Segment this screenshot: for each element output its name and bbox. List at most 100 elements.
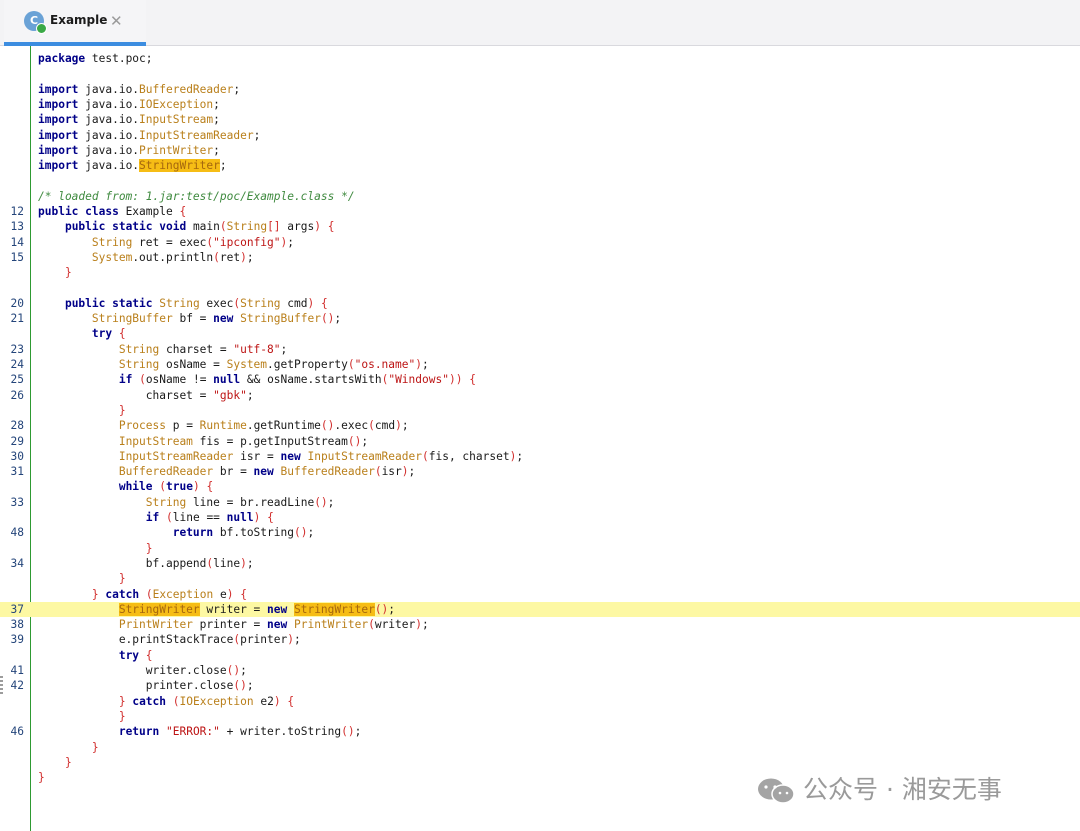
- code-line[interactable]: while (true) {: [0, 479, 1080, 494]
- code-line[interactable]: 34 bf.append(line);: [0, 556, 1080, 571]
- code-text[interactable]: } catch (IOException e2) {: [38, 694, 294, 709]
- code-line[interactable]: } catch (IOException e2) {: [0, 694, 1080, 709]
- code-line[interactable]: if (line == null) {: [0, 510, 1080, 525]
- code-line[interactable]: try {: [0, 326, 1080, 341]
- code-text[interactable]: return bf.toString();: [38, 525, 314, 540]
- code-line[interactable]: 28 Process p = Runtime.getRuntime().exec…: [0, 418, 1080, 433]
- code-text[interactable]: } catch (Exception e) {: [38, 587, 247, 602]
- code-line[interactable]: 12 public class Example {: [0, 204, 1080, 219]
- code-text[interactable]: public static String exec(String cmd) {: [38, 296, 328, 311]
- code-text[interactable]: InputStream fis = p.getInputStream();: [38, 434, 368, 449]
- code-text[interactable]: import java.io.InputStreamReader;: [38, 128, 260, 143]
- code-text[interactable]: StringBuffer bf = new StringBuffer();: [38, 311, 341, 326]
- code-text[interactable]: return "ERROR:" + writer.toString();: [38, 724, 362, 739]
- code-text[interactable]: }: [38, 755, 72, 770]
- code-text[interactable]: public class Example {: [38, 204, 186, 219]
- code-text[interactable]: if (osName != null && osName.startsWith(…: [38, 372, 476, 387]
- code-text[interactable]: String ret = exec("ipconfig");: [38, 235, 294, 250]
- code-text[interactable]: import java.io.StringWriter;: [38, 158, 227, 173]
- code-line[interactable]: 33 String line = br.readLine();: [0, 495, 1080, 510]
- code-text[interactable]: String osName = System.getProperty("os.n…: [38, 357, 429, 372]
- code-line[interactable]: [0, 173, 1080, 188]
- code-text[interactable]: e.printStackTrace(printer);: [38, 632, 301, 647]
- code-text[interactable]: try {: [38, 326, 126, 341]
- code-line[interactable]: package test.poc;: [0, 51, 1080, 66]
- code-line[interactable]: import java.io.StringWriter;: [0, 158, 1080, 173]
- code-line[interactable]: 25 if (osName != null && osName.startsWi…: [0, 372, 1080, 387]
- code-text[interactable]: charset = "gbk";: [38, 388, 254, 403]
- code-line[interactable]: import java.io.InputStreamReader;: [0, 128, 1080, 143]
- code-line[interactable]: 24 String osName = System.getProperty("o…: [0, 357, 1080, 372]
- code-line[interactable]: 15 System.out.println(ret);: [0, 250, 1080, 265]
- code-text[interactable]: /* loaded from: 1.jar:test/poc/Example.c…: [38, 189, 355, 204]
- code-text[interactable]: }: [38, 265, 72, 280]
- code-editor[interactable]: package test.poc; import java.io.Buffered…: [0, 46, 1080, 831]
- code-line[interactable]: 39 e.printStackTrace(printer);: [0, 632, 1080, 647]
- code-text[interactable]: }: [38, 403, 126, 418]
- close-icon[interactable]: ✕: [110, 12, 123, 30]
- code-text[interactable]: if (line == null) {: [38, 510, 274, 525]
- code-line[interactable]: [0, 281, 1080, 296]
- code-line[interactable]: import java.io.InputStream;: [0, 112, 1080, 127]
- code-line[interactable]: import java.io.BufferedReader;: [0, 82, 1080, 97]
- code-text[interactable]: }: [38, 541, 153, 556]
- code-text[interactable]: import java.io.BufferedReader;: [38, 82, 240, 97]
- code-line[interactable]: 26 charset = "gbk";: [0, 388, 1080, 403]
- code-text[interactable]: writer.close();: [38, 663, 247, 678]
- code-line[interactable]: 23 String charset = "utf-8";: [0, 342, 1080, 357]
- code-line[interactable]: 21 StringBuffer bf = new StringBuffer();: [0, 311, 1080, 326]
- code-line[interactable]: 29 InputStream fis = p.getInputStream();: [0, 434, 1080, 449]
- code-line[interactable]: }: [0, 403, 1080, 418]
- code-line[interactable]: 38 PrintWriter printer = new PrintWriter…: [0, 617, 1080, 632]
- code-text[interactable]: try {: [38, 648, 153, 663]
- code-line[interactable]: 42 printer.close();: [0, 678, 1080, 693]
- code-line[interactable]: }: [0, 709, 1080, 724]
- code-line[interactable]: 30 InputStreamReader isr = new InputStre…: [0, 449, 1080, 464]
- code-line[interactable]: }: [0, 541, 1080, 556]
- line-number: 37: [10, 602, 24, 616]
- code-line[interactable]: try {: [0, 648, 1080, 663]
- code-line[interactable]: import java.io.PrintWriter;: [0, 143, 1080, 158]
- code-text[interactable]: bf.append(line);: [38, 556, 254, 571]
- code-line[interactable]: 14 String ret = exec("ipconfig");: [0, 235, 1080, 250]
- code-line[interactable]: [0, 66, 1080, 81]
- code-text[interactable]: package test.poc;: [38, 51, 153, 66]
- code-text[interactable]: InputStreamReader isr = new InputStreamR…: [38, 449, 523, 464]
- code-line[interactable]: 20 public static String exec(String cmd)…: [0, 296, 1080, 311]
- tab-example[interactable]: C Example ✕: [4, 0, 146, 46]
- code-text[interactable]: import java.io.IOException;: [38, 97, 220, 112]
- code-text[interactable]: StringWriter writer = new StringWriter()…: [38, 602, 395, 617]
- code-line[interactable]: 41 writer.close();: [0, 663, 1080, 678]
- code-text[interactable]: import java.io.InputStream;: [38, 112, 220, 127]
- code-text[interactable]: System.out.println(ret);: [38, 250, 254, 265]
- code-line[interactable]: 31 BufferedReader br = new BufferedReade…: [0, 464, 1080, 479]
- code-text[interactable]: }: [38, 709, 126, 724]
- code-line[interactable]: }: [0, 740, 1080, 755]
- code-line[interactable]: 13 public static void main(String[] args…: [0, 219, 1080, 234]
- code-line[interactable]: /* loaded from: 1.jar:test/poc/Example.c…: [0, 189, 1080, 204]
- code-line[interactable]: 46 return "ERROR:" + writer.toString();: [0, 724, 1080, 739]
- code-text[interactable]: BufferedReader br = new BufferedReader(i…: [38, 464, 415, 479]
- type-name: StringBuffer: [240, 312, 321, 326]
- code-text[interactable]: }: [38, 571, 126, 586]
- code-line[interactable]: import java.io.IOException;: [0, 97, 1080, 112]
- code-text[interactable]: }: [38, 740, 99, 755]
- code-text[interactable]: import java.io.PrintWriter;: [38, 143, 220, 158]
- code-text[interactable]: public static void main(String[] args) {: [38, 219, 335, 234]
- code-text[interactable]: while (true) {: [38, 479, 213, 494]
- code-text[interactable]: printer.close();: [38, 678, 254, 693]
- current-code-line[interactable]: 37 StringWriter writer = new StringWrite…: [0, 601, 1080, 618]
- code-line[interactable]: 48 return bf.toString();: [0, 525, 1080, 540]
- code-line[interactable]: } catch (Exception e) {: [0, 587, 1080, 602]
- code-text[interactable]: PrintWriter printer = new PrintWriter(wr…: [38, 617, 429, 632]
- code-text[interactable]: String line = br.readLine();: [38, 495, 335, 510]
- code-line[interactable]: }: [0, 571, 1080, 586]
- code-text: osName !=: [145, 373, 214, 387]
- bracket: {: [469, 373, 476, 387]
- code-text[interactable]: Process p = Runtime.getRuntime().exec(cm…: [38, 418, 409, 433]
- code-line[interactable]: }: [0, 755, 1080, 770]
- code-text[interactable]: }: [38, 770, 45, 785]
- code-line[interactable]: }: [0, 265, 1080, 280]
- code-text[interactable]: String charset = "utf-8";: [38, 342, 287, 357]
